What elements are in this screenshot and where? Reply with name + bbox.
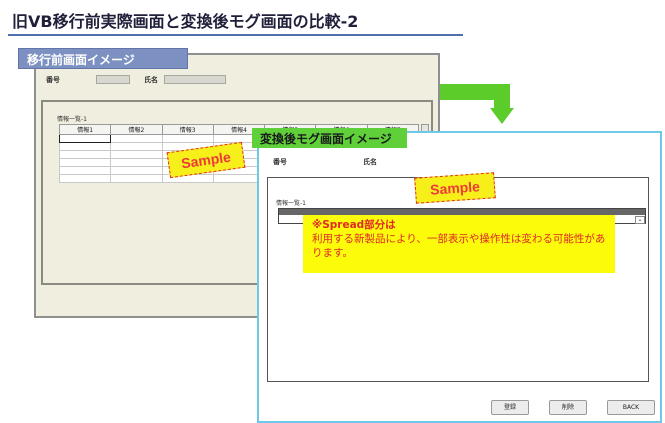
new-name-label: 氏名 [363,158,377,166]
spread-note-callout: ※Spread部分は 利用する新製品により、一部表示や操作性は変わる可能性があり… [303,215,615,273]
old-number-label: 番号 [46,76,60,84]
down-arrow-icon [490,108,514,124]
old-grid-col-3[interactable]: 情報3 [161,124,214,135]
old-grid-col-2[interactable]: 情報2 [110,124,163,135]
transition-arrow-drop [494,84,510,110]
new-number-label: 番号 [273,158,287,166]
old-name-field[interactable] [164,75,226,84]
old-screen-label: 移行前画面イメージ [18,48,188,69]
back-button[interactable]: BACK [607,400,655,415]
register-button[interactable]: 登録 [491,400,529,415]
new-list-frame: 情報一覧-1 ⌄ [267,177,649,382]
new-screen-label: 変換後モグ画面イメージ [252,128,407,148]
old-list-caption: 情報一覧-1 [57,116,87,123]
note-title: ※Spread部分は [312,219,396,231]
old-name-label: 氏名 [144,76,158,84]
old-grid-col-1[interactable]: 情報1 [58,124,112,135]
page-title: 旧VB移行前実際画面と変換後モグ画面の比較-2 [12,12,359,31]
old-number-field[interactable] [96,75,130,84]
new-sample-stamp: Sample [414,172,496,204]
delete-button[interactable]: 削除 [549,400,587,415]
new-list-caption: 情報一覧-1 [276,200,306,207]
title-underline [8,34,463,36]
note-body: 利用する新製品により、一部表示や操作性は変わる可能性があります。 [312,233,606,259]
chevron-down-icon[interactable]: ⌄ [635,216,645,224]
